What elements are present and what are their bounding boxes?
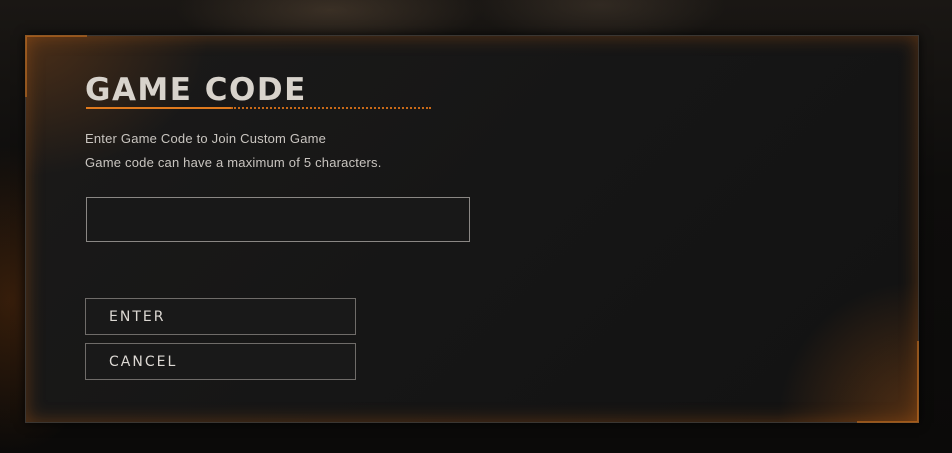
dialog-corner-glow <box>25 35 87 97</box>
dialog-corner-glow <box>857 341 919 423</box>
cancel-button[interactable]: CANCEL <box>85 343 356 380</box>
max-length-hint: Game code can have a maximum of 5 charac… <box>85 155 382 170</box>
title-underline-dotted <box>231 107 431 109</box>
dialog-title: GAME CODE <box>85 72 307 108</box>
title-underline <box>86 107 431 109</box>
game-code-input[interactable] <box>86 197 470 242</box>
enter-button[interactable]: ENTER <box>85 298 356 335</box>
title-underline-solid <box>86 107 231 109</box>
instruction-text: Enter Game Code to Join Custom Game <box>85 131 327 146</box>
game-code-dialog: GAME CODE Enter Game Code to Join Custom… <box>25 35 919 423</box>
